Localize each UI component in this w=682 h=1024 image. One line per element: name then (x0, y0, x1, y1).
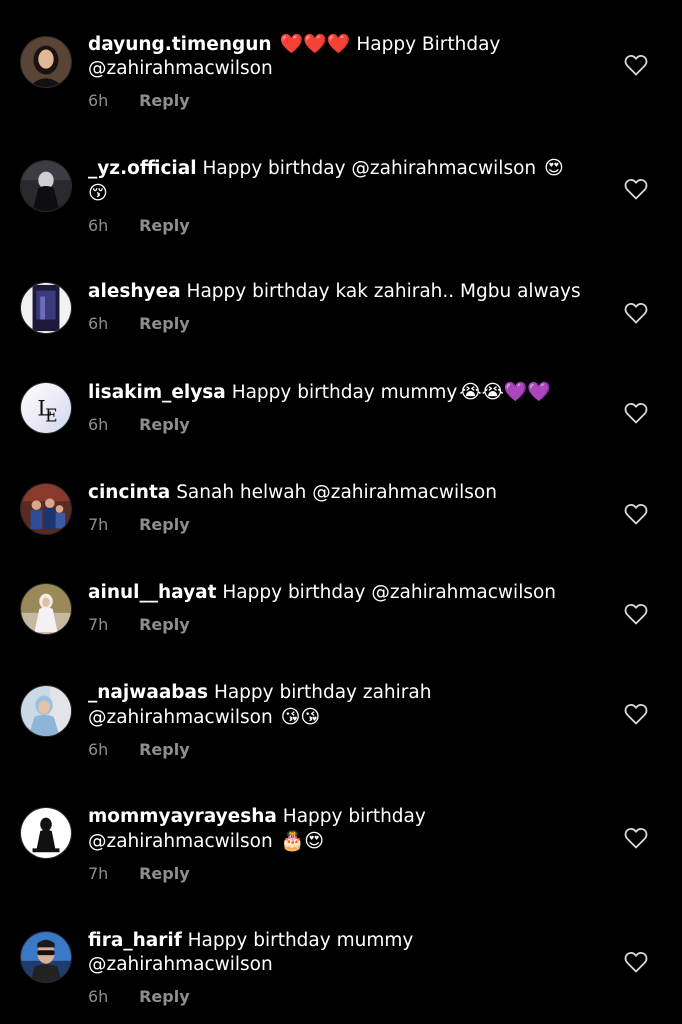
like-heart-icon[interactable] (624, 503, 648, 525)
comment-time: 7h (88, 515, 109, 534)
comment-time: 6h (88, 987, 109, 1006)
reply-button[interactable]: Reply (139, 91, 190, 110)
profile-photo-icon (21, 484, 71, 534)
comment-username[interactable]: aleshyea (88, 281, 181, 302)
reply-button[interactable]: Reply (139, 216, 190, 235)
comment-time: 7h (88, 864, 109, 883)
profile-photo-icon (21, 808, 71, 858)
like-heart-icon[interactable] (624, 402, 648, 424)
reply-button[interactable]: Reply (139, 615, 190, 634)
comment-username[interactable]: dayung.timengun (88, 34, 272, 55)
comment-time: 6h (88, 415, 109, 434)
crying-heart-emoji-icon: 😭😭💜💜 (459, 381, 552, 403)
comment-text: Happy birthday mummy (231, 382, 458, 403)
avatar[interactable] (20, 36, 72, 88)
kiss-emoji-icon: 😘😘 (280, 706, 321, 728)
like-heart-icon[interactable] (624, 302, 648, 324)
comment-username[interactable]: fira_harif (88, 930, 182, 951)
cake-emoji-icon: 🎂😍 (280, 830, 325, 852)
like-heart-icon[interactable] (624, 54, 648, 76)
comment-text: Happy birthday @zahirahmacwilson (222, 582, 557, 603)
reply-button[interactable]: Reply (139, 415, 190, 434)
profile-photo-icon (21, 161, 71, 211)
comment-username[interactable]: _najwaabas (88, 682, 208, 703)
like-heart-icon[interactable] (624, 178, 648, 200)
avatar[interactable] (20, 160, 72, 212)
like-heart-icon[interactable] (624, 951, 648, 973)
comment-text: Sanah helwah @zahirahmacwilson (176, 482, 497, 503)
comment-text: Happy birthday kak zahirah.. Mgbu always (186, 281, 581, 302)
comment-username[interactable]: ainul__hayat (88, 582, 216, 603)
comment-time: 6h (88, 740, 109, 759)
comment-time: 7h (88, 615, 109, 634)
reply-button[interactable]: Reply (139, 740, 190, 759)
profile-photo-icon (21, 686, 71, 736)
profile-photo-icon (21, 584, 71, 634)
reply-button[interactable]: Reply (139, 515, 190, 534)
like-heart-icon[interactable] (624, 703, 648, 725)
comment-username[interactable]: cincinta (88, 482, 170, 503)
avatar[interactable] (20, 483, 72, 535)
profile-photo-icon (21, 932, 71, 982)
profile-photo-icon (21, 283, 71, 333)
avatar[interactable] (20, 807, 72, 859)
profile-photo-icon (21, 37, 71, 87)
avatar[interactable] (20, 282, 72, 334)
avatar[interactable] (20, 583, 72, 635)
comments-list: dayung.timengun ❤️❤️❤️ Happy Birthday @z… (0, 0, 682, 1024)
profile-logo-icon: L E (21, 383, 71, 433)
comment-time: 6h (88, 91, 109, 110)
avatar[interactable] (20, 685, 72, 737)
avatar[interactable]: L E (20, 382, 72, 434)
like-heart-icon[interactable] (624, 603, 648, 625)
comment-text: Happy birthday @zahirahmacwilson (202, 158, 537, 179)
comment-time: 6h (88, 216, 109, 235)
reply-button[interactable]: Reply (139, 987, 190, 1006)
comment-username[interactable]: lisakim_elysa (88, 382, 226, 403)
reply-button[interactable]: Reply (139, 314, 190, 333)
comment-time: 6h (88, 314, 109, 333)
comment-username[interactable]: _yz.official (88, 158, 197, 179)
comment-username[interactable]: mommyayrayesha (88, 806, 277, 827)
svg-text:E: E (45, 406, 58, 426)
avatar[interactable] (20, 931, 72, 983)
heart-emoji-icon: ❤️❤️❤️ (279, 33, 351, 55)
like-heart-icon[interactable] (624, 827, 648, 849)
reply-button[interactable]: Reply (139, 864, 190, 883)
